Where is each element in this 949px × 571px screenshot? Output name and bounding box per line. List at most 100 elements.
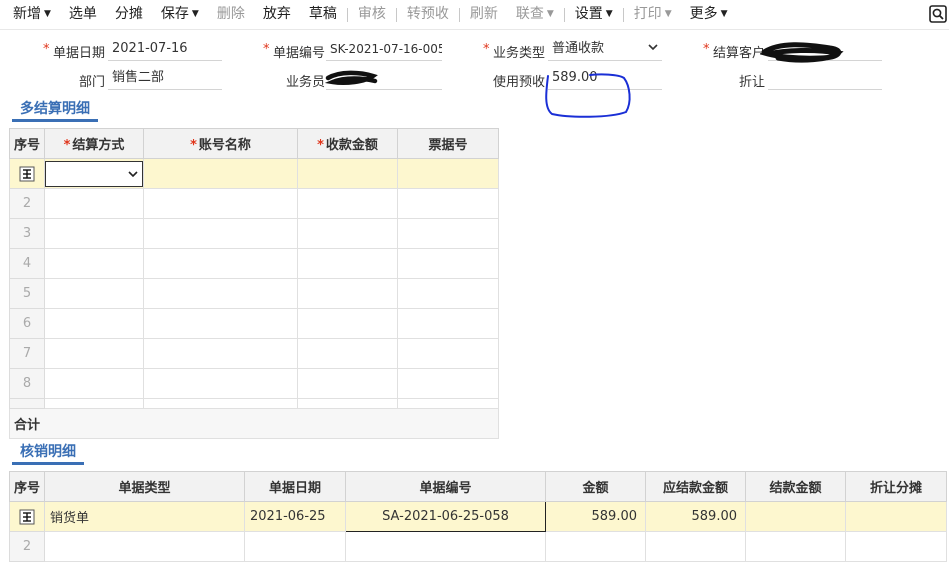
receipt-amount-cell[interactable]: [297, 248, 398, 279]
bill-no-cell[interactable]: [397, 248, 499, 279]
delete-button[interactable]: 删除: [208, 0, 254, 30]
row-index[interactable]: [9, 158, 45, 189]
biz-type-select[interactable]: 普通收款: [548, 39, 662, 61]
settle-method-select[interactable]: [45, 160, 143, 187]
receipt-amount-cell[interactable]: [297, 368, 398, 399]
salesman-input[interactable]: [326, 68, 442, 90]
row-index: 5: [9, 278, 45, 309]
chevron-down-icon: [128, 170, 138, 177]
receipt-amount-cell[interactable]: [297, 188, 398, 219]
doc-type-cell[interactable]: 销货单: [44, 501, 245, 532]
audit-button[interactable]: 审核: [349, 0, 395, 30]
to-prepaid-button[interactable]: 转预收: [398, 0, 458, 30]
table-row[interactable]: 2: [9, 531, 947, 562]
table-row[interactable]: 销货单 2021-06-25 SA-2021-06-25-058 589.00 …: [9, 501, 947, 532]
account-name-cell[interactable]: [143, 218, 298, 249]
bill-no-cell[interactable]: [397, 308, 499, 339]
bill-no-cell[interactable]: [397, 368, 499, 399]
receipt-amount-cell[interactable]: [297, 308, 398, 339]
settle-method-cell[interactable]: [44, 158, 144, 189]
account-name-cell[interactable]: [143, 278, 298, 309]
bill-no-cell[interactable]: [397, 278, 499, 309]
link-query-button[interactable]: 联查 ▼: [507, 0, 563, 30]
col-header-amount: 金额: [545, 471, 646, 502]
doc-no-input[interactable]: SK-2021-07-16-005: [326, 39, 442, 61]
bill-no-cell[interactable]: [397, 338, 499, 369]
settle-method-cell[interactable]: [44, 338, 144, 369]
more-button[interactable]: 更多 ▼: [681, 0, 737, 30]
col-header-label: 账号名称: [198, 138, 251, 153]
discard-button[interactable]: 放弃: [254, 0, 300, 30]
account-name-cell[interactable]: [143, 308, 298, 339]
doc-date-label: 单据日期: [52, 46, 105, 61]
col-header-receipt-amount: * 收款金额: [297, 128, 398, 159]
settle-method-cell[interactable]: [44, 278, 144, 309]
table-row[interactable]: 3: [9, 218, 499, 249]
doc-no-link[interactable]: SA-2021-06-25-058: [345, 501, 546, 532]
new-button[interactable]: 新增 ▼: [4, 0, 60, 30]
grid-cell: [44, 398, 144, 409]
table-row[interactable]: 2: [9, 188, 499, 219]
bill-no-cell[interactable]: [397, 218, 499, 249]
receipt-amount-cell[interactable]: [297, 218, 398, 249]
table-row[interactable]: 4: [9, 248, 499, 279]
doc-date-cell[interactable]: [244, 531, 346, 562]
amount-cell: 589.00: [545, 501, 646, 532]
receipt-amount-cell[interactable]: [297, 338, 398, 369]
doc-date-input[interactable]: 2021-07-16: [108, 39, 222, 61]
dept-input[interactable]: 销售二部: [108, 68, 222, 90]
table-row[interactable]: 5: [9, 278, 499, 309]
table-row[interactable]: 7: [9, 338, 499, 369]
row-insert-icon[interactable]: [19, 166, 35, 182]
doc-no-cell[interactable]: [345, 531, 546, 562]
doc-date-cell[interactable]: 2021-06-25: [244, 501, 346, 532]
account-name-cell[interactable]: [143, 368, 298, 399]
use-prepaid-input[interactable]: 589.00: [548, 68, 662, 90]
due-amount-cell: [645, 531, 746, 562]
settlement-grid: 序号 * 结算方式 * 账号名称 * 收款金额 票据号 2 3 4 5 6 7 8: [9, 128, 499, 439]
save-button[interactable]: 保存 ▼: [152, 0, 208, 30]
receipt-amount-cell[interactable]: [297, 158, 398, 189]
doc-no-field: * 单据编号 SK-2021-07-16-005: [250, 39, 450, 63]
tab-multi-settlement[interactable]: 多结算明细: [12, 98, 98, 122]
settings-button[interactable]: 设置 ▼: [566, 0, 622, 30]
doc-type-cell[interactable]: [44, 531, 245, 562]
print-button[interactable]: 打印 ▼: [625, 0, 681, 30]
discount-share-cell[interactable]: [845, 501, 947, 532]
table-row[interactable]: 6: [9, 308, 499, 339]
row-insert-icon[interactable]: [19, 509, 35, 525]
split-button[interactable]: 分摊: [106, 0, 152, 30]
settle-method-cell[interactable]: [44, 308, 144, 339]
table-row[interactable]: [9, 158, 499, 189]
settle-method-cell[interactable]: [44, 248, 144, 279]
account-name-cell[interactable]: [143, 248, 298, 279]
required-mark: *: [483, 42, 490, 57]
draft-button[interactable]: 草稿: [300, 0, 346, 30]
paid-amount-cell[interactable]: [745, 501, 846, 532]
paid-amount-cell[interactable]: [745, 531, 846, 562]
settle-method-cell[interactable]: [44, 188, 144, 219]
discount-input[interactable]: [768, 68, 882, 90]
amount-cell: [545, 531, 646, 562]
bill-no-cell[interactable]: [397, 188, 499, 219]
table-row[interactable]: 8: [9, 368, 499, 399]
select-button[interactable]: 选单: [60, 0, 106, 30]
account-name-cell[interactable]: [143, 158, 298, 189]
zoom-icon[interactable]: [929, 5, 947, 23]
account-name-cell[interactable]: [143, 338, 298, 369]
caret-down-icon: ▼: [720, 8, 728, 19]
discount-share-cell[interactable]: [845, 531, 947, 562]
account-name-cell[interactable]: [143, 188, 298, 219]
receipt-amount-cell[interactable]: [297, 278, 398, 309]
settle-method-cell[interactable]: [44, 218, 144, 249]
refresh-button[interactable]: 刷新: [461, 0, 507, 30]
bill-no-cell[interactable]: [397, 158, 499, 189]
col-header-account-name: * 账号名称: [143, 128, 298, 159]
biz-type-field: * 业务类型 普通收款: [470, 39, 670, 63]
settle-method-cell[interactable]: [44, 368, 144, 399]
dept-label: 部门: [78, 75, 105, 90]
customer-input[interactable]: ...: [768, 39, 882, 61]
tab-writeoff-detail[interactable]: 核销明细: [12, 441, 84, 465]
row-index[interactable]: [9, 501, 45, 532]
col-header-bill-no: 票据号: [397, 128, 499, 159]
